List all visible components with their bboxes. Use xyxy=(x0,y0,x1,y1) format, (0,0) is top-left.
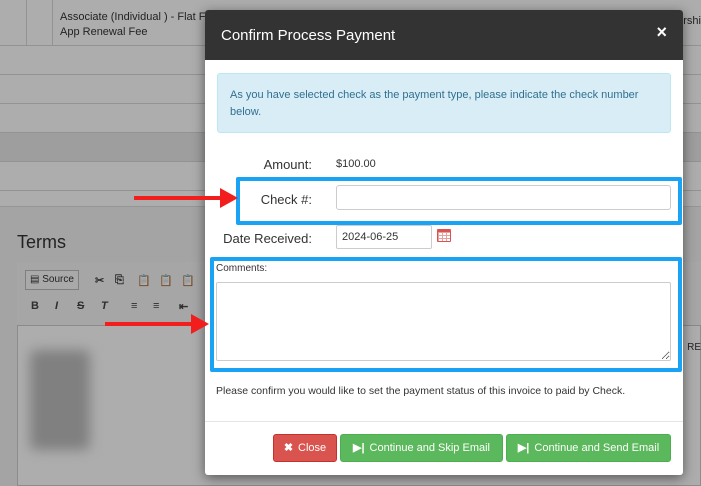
send-button-label: Continue and Send Email xyxy=(534,442,660,454)
calendar-icon[interactable] xyxy=(437,229,451,242)
modal-footer-divider xyxy=(205,421,683,422)
date-received-label: Date Received: xyxy=(223,231,312,246)
modal-header: Confirm Process Payment × xyxy=(205,10,683,60)
check-number-highlight xyxy=(236,177,682,225)
close-button[interactable]: ✖ Close xyxy=(273,434,337,462)
confirm-payment-modal: Confirm Process Payment × As you have se… xyxy=(205,10,683,475)
amount-value: $100.00 xyxy=(336,158,376,170)
comments-highlight xyxy=(210,257,682,372)
skip-forward-icon: ▶| xyxy=(517,442,530,454)
continue-send-email-button[interactable]: ▶| Continue and Send Email xyxy=(506,434,671,462)
arrow-to-comments xyxy=(105,314,209,334)
continue-skip-email-button[interactable]: ▶| Continue and Skip Email xyxy=(340,434,503,462)
modal-title: Confirm Process Payment xyxy=(221,27,396,44)
arrow-to-check-number xyxy=(134,188,238,208)
close-button-label: Close xyxy=(298,442,327,454)
close-icon[interactable]: × xyxy=(656,23,667,41)
date-received-input[interactable] xyxy=(336,225,432,249)
amount-label: Amount: xyxy=(263,157,312,172)
confirm-message: Please confirm you would like to set the… xyxy=(216,385,626,397)
skip-button-label: Continue and Skip Email xyxy=(369,442,490,454)
info-alert: As you have selected check as the paymen… xyxy=(217,73,671,133)
skip-forward-icon: ▶| xyxy=(352,442,365,454)
x-icon: ✖ xyxy=(283,442,294,454)
